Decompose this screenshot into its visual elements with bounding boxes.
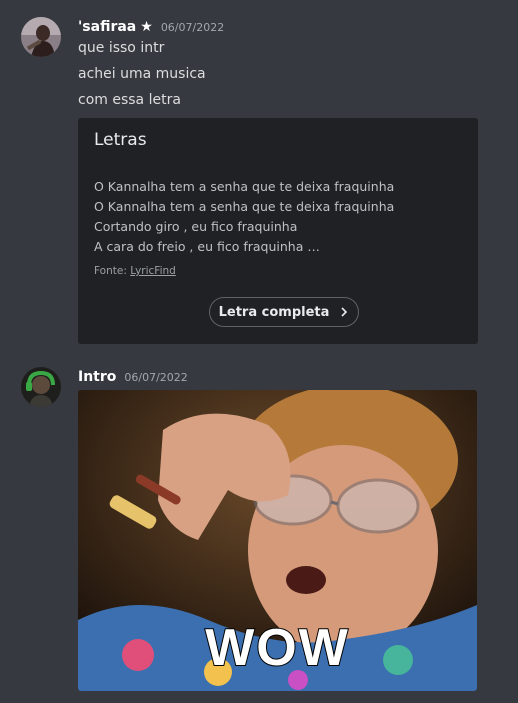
lyrics-line: O Kannalha tem a senha que te deixa fraq… [94, 179, 395, 194]
lyrics-source: Fonte: LyricFind [94, 265, 176, 277]
chevron-right-icon [339, 307, 349, 317]
avatar-intro[interactable] [21, 367, 61, 407]
message-line: com essa letra [78, 92, 181, 108]
source-link[interactable]: LyricFind [130, 265, 176, 277]
embed-title: Letras [94, 130, 147, 150]
timestamp: 06/07/2022 [124, 371, 188, 384]
username[interactable]: Intro [78, 369, 116, 385]
gif-attachment[interactable]: WOW [78, 390, 477, 691]
message-header: 'safiraa ★ 06/07/2022 [78, 19, 224, 35]
lyrics-line: A cara do freio , eu fico fraquinha … [94, 239, 320, 254]
message-header: Intro 06/07/2022 [78, 369, 188, 385]
lyrics-line: O Kannalha tem a senha que te deixa fraq… [94, 199, 395, 214]
timestamp: 06/07/2022 [160, 21, 225, 34]
gif-caption: WOW [204, 618, 350, 678]
lyrics-line: Cortando giro , eu fico fraquinha [94, 219, 298, 234]
message-line: que isso intr [78, 40, 165, 56]
message-line: achei uma musica [78, 66, 206, 82]
full-lyrics-button[interactable]: Letra completa [209, 297, 359, 327]
lyrics-embed: Letras O Kannalha tem a senha que te dei… [78, 118, 478, 344]
star-badge-icon: ★ [140, 19, 153, 35]
avatar-safiraa[interactable] [21, 17, 61, 57]
full-lyrics-label: Letra completa [218, 304, 330, 320]
username[interactable]: 'safiraa [78, 19, 136, 35]
source-label: Fonte: [94, 265, 127, 277]
